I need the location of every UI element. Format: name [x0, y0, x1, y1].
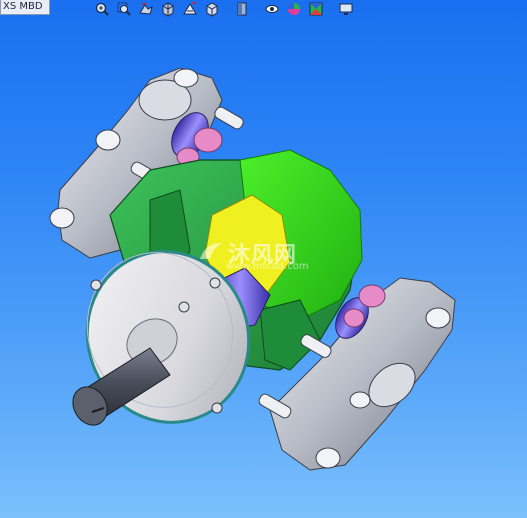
- heads-up-view-toolbar: [92, 0, 356, 18]
- display-style-icon[interactable]: [232, 0, 252, 18]
- watermark: 沐风网 www.mfcad.com: [198, 237, 309, 272]
- view-orientation-icon[interactable]: [202, 0, 222, 18]
- zoom-to-fit-icon[interactable]: [92, 0, 112, 18]
- hide-show-items-icon[interactable]: [262, 0, 282, 18]
- watermark-url: www.mfcad.com: [226, 261, 309, 272]
- zoom-area-icon[interactable]: [114, 0, 134, 18]
- previous-view-icon[interactable]: [136, 0, 156, 18]
- mbd-tab-label: XS MBD: [3, 1, 43, 12]
- edit-appearance-icon[interactable]: [284, 0, 304, 18]
- view-settings-icon[interactable]: [336, 0, 356, 18]
- dynamic-annotation-icon[interactable]: [180, 0, 200, 18]
- watermark-logo-icon: [198, 241, 224, 265]
- mbd-tab[interactable]: XS MBD: [0, 0, 50, 15]
- section-view-icon[interactable]: [158, 0, 178, 18]
- apply-scene-icon[interactable]: [306, 0, 326, 18]
